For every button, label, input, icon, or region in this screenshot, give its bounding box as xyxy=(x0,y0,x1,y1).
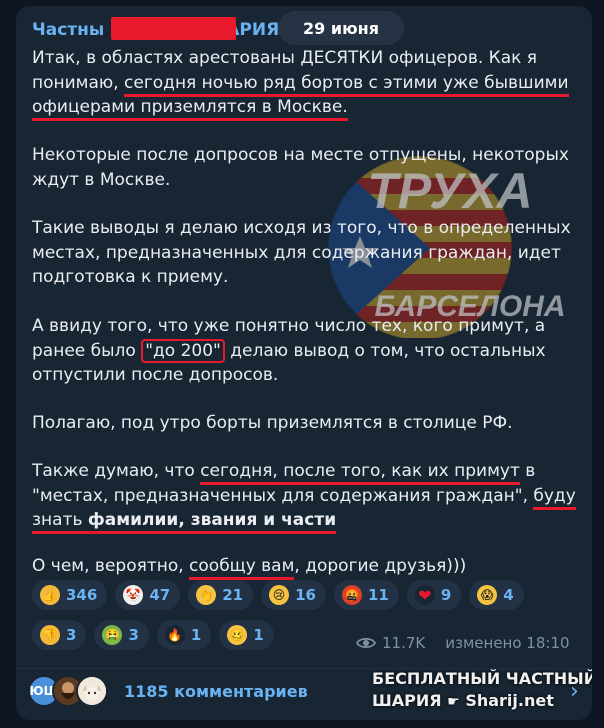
reaction-chip[interactable]: 👎 3 xyxy=(32,620,87,650)
reaction-chip[interactable]: 🤮 3 xyxy=(94,620,149,650)
reaction-count: 1 xyxy=(190,626,202,644)
post-paragraph-6: Также думаю, что сегодня, после того, ка… xyxy=(32,459,580,534)
text-span: Также думаю, что xyxy=(32,461,201,481)
reaction-count: 9 xyxy=(440,586,452,604)
text-span: , дорогие друзья))) xyxy=(294,556,467,576)
reaction-chip[interactable]: 😢 16 xyxy=(261,580,326,610)
chevron-right-icon[interactable]: › xyxy=(570,681,584,703)
reaction-chip[interactable]: 🤡 47 xyxy=(115,580,181,610)
message-bubble: Частны АРИЯ 29 июня ТРУХА БАРСЕЛОНА Итак,… xyxy=(16,6,592,720)
sharij-brand: БЕСПЛАТНЫЙ ЧАСТНЫЙ ШАРИЯ ☛ Sharij.net xyxy=(372,668,592,713)
reaction-count: 1 xyxy=(253,626,264,644)
reactions-row: 👍 346 🤡 47 👏 21 😢 16 🤬 11 ❤ 9 😱 4 xyxy=(32,580,572,610)
text-span: Полагаю, под утро борты приземлятся в ст… xyxy=(32,413,513,433)
brand-site: Sharij.net xyxy=(465,691,554,710)
comments-link[interactable]: ЮШ 1185 комментариев xyxy=(28,675,308,707)
reaction-chip[interactable]: 🥴 1 xyxy=(219,620,274,650)
redaction-bar xyxy=(111,17,236,40)
text-span: Такие выводы я делаю исходя из того, что… xyxy=(32,218,571,287)
reaction-chip[interactable]: 👏 21 xyxy=(188,580,254,610)
reaction-chip[interactable]: 🔥 1 xyxy=(156,620,212,650)
comments-count: 1185 комментариев xyxy=(124,681,308,701)
underlined-text: сегодня, после того, как их примут xyxy=(200,461,520,485)
post-paragraph-7: О чем, вероятно, сообщу вам, дорогие дру… xyxy=(32,554,580,580)
cursing-face-icon: 🤬 xyxy=(341,585,362,605)
eye-icon xyxy=(356,637,376,649)
vomiting-face-icon: 🤮 xyxy=(102,625,123,645)
post-paragraph-3: Такие выводы я делаю исходя из того, что… xyxy=(32,216,580,290)
pointing-hand-icon: ☛ xyxy=(447,694,460,710)
clap-icon: 👏 xyxy=(196,585,217,605)
underlined-text: сообщу вам xyxy=(189,556,295,580)
edited-time: изменено 18:10 xyxy=(445,634,570,652)
reaction-chip[interactable]: 🤬 11 xyxy=(333,580,399,610)
text-span: О чем, вероятно, xyxy=(32,556,190,576)
message-meta: 11.7K изменено 18:10 xyxy=(356,634,570,652)
cat-icon xyxy=(78,677,106,705)
view-count: 11.7K xyxy=(382,634,426,652)
reaction-chip[interactable]: 👍 346 xyxy=(32,580,108,610)
reaction-count: 11 xyxy=(367,586,389,604)
reaction-count: 346 xyxy=(66,586,98,604)
thumbs-up-icon: 👍 xyxy=(40,585,60,605)
boxed-text: "до 200" xyxy=(141,338,225,363)
date-badge: 29 июня xyxy=(278,11,404,45)
screaming-face-icon: 😱 xyxy=(477,585,498,605)
avatar xyxy=(76,675,108,707)
post-paragraph-1: Итак, в областях арестованы ДЕСЯТКИ офиц… xyxy=(32,46,580,121)
reaction-count: 3 xyxy=(66,626,77,644)
brand-line2: ШАРИЯ ☛ Sharij.net xyxy=(372,690,582,713)
reaction-count: 3 xyxy=(128,626,139,644)
reaction-chip[interactable]: ❤ 9 xyxy=(406,580,462,610)
red-heart-icon: ❤ xyxy=(414,585,435,605)
post-paragraph-2: Некоторые после допросов на месте отпуще… xyxy=(32,143,580,192)
reaction-chip[interactable]: 😱 4 xyxy=(469,580,524,610)
bold-underlined-text: фамилии, звания и части xyxy=(87,510,337,534)
channel-name-start: Частны xyxy=(32,20,105,40)
thumbs-down-icon: 👎 xyxy=(40,625,60,645)
reaction-count: 47 xyxy=(149,586,171,604)
clown-icon: 🤡 xyxy=(123,585,144,605)
reaction-count: 21 xyxy=(222,586,244,604)
woozy-face-icon: 🥴 xyxy=(227,625,248,645)
brand-line1: БЕСПЛАТНЫЙ ЧАСТНЫЙ xyxy=(372,669,592,688)
fire-icon: 🔥 xyxy=(164,625,185,645)
post-paragraph-5: Полагаю, под утро борты приземлятся в ст… xyxy=(32,411,580,436)
crying-face-icon: 😢 xyxy=(269,585,290,605)
reaction-count: 4 xyxy=(503,586,514,604)
brand-name: ШАРИЯ xyxy=(372,691,442,710)
reaction-count: 16 xyxy=(295,586,316,604)
post-paragraph-4: А ввиду того, что уже понятно число тех,… xyxy=(32,314,580,388)
text-span: Некоторые после допросов на месте отпуще… xyxy=(32,145,569,190)
